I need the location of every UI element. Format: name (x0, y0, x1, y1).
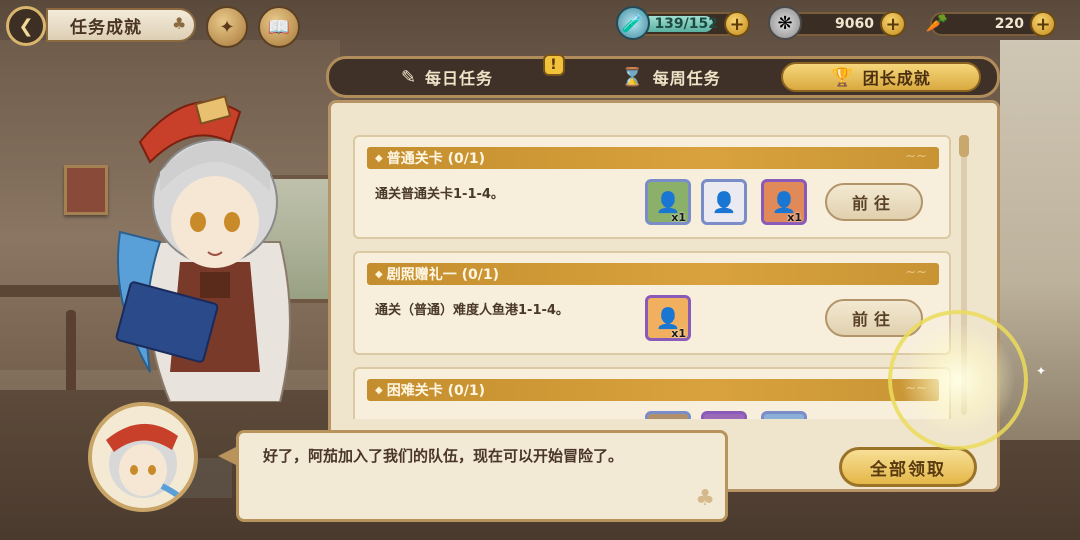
reward-count: x1 (671, 211, 686, 224)
task-item: ◆ 剧照赠礼一 (0/1) ~~ 通关（普通）难度人鱼港1-1-4。 👤 x1 … (353, 251, 951, 355)
clover-icon: ♣ (695, 486, 715, 511)
heart-back-icon: ❮ (18, 15, 34, 37)
scroll-quill-icon: ✎ (400, 66, 418, 88)
trophy-icon: 🏆 (831, 66, 855, 88)
tab-weekly-tasks[interactable]: ⌛ 每周任务 (567, 62, 775, 92)
add-carrot-button[interactable]: + (1030, 11, 1056, 37)
book-icon[interactable]: 📖 (258, 6, 300, 48)
carrot-icon: 🥕 (925, 12, 949, 34)
wall-picture-frame (64, 165, 108, 215)
task-title: 困难关卡 (0/1) (386, 383, 485, 399)
ornament-icon: ~~ (905, 265, 927, 280)
reward-item[interactable]: 👤 (701, 179, 747, 225)
back-button[interactable]: ❮ (6, 6, 46, 46)
bullet-icon: ◆ (375, 384, 383, 396)
coin-icon: ❋ (768, 6, 802, 40)
reward-item[interactable] (761, 411, 807, 419)
task-header: ◆ 普通关卡 (0/1) ~~ (367, 147, 939, 169)
task-description: 通关普通关卡1-1-4。 (375, 187, 504, 202)
hourglass-icon: ⌛ (621, 66, 645, 88)
compass-icon[interactable]: ✦ (206, 6, 248, 48)
stamina-resource: 🧪 139/152 + (616, 6, 750, 40)
character-card-icon: 👤 (711, 190, 737, 214)
tab-daily-tasks[interactable]: ✎ 每日任务 ! (343, 54, 565, 92)
coin-value: 9060 (835, 16, 874, 32)
task-description: 通关（普通）难度人鱼港1-1-4。 (375, 303, 569, 318)
add-coin-button[interactable]: + (880, 11, 906, 37)
bullet-icon: ◆ (375, 268, 383, 280)
clover-icon: ♣ (172, 14, 187, 33)
dialog-tail (218, 446, 238, 466)
background-shelf (0, 285, 120, 297)
task-header: ◆ 剧照赠礼一 (0/1) ~~ (367, 263, 939, 285)
stamina-potion-icon: 🧪 (616, 6, 650, 40)
carrot-resource: 🥕 220 + (926, 11, 1056, 37)
scrollbar-thumb[interactable] (959, 135, 969, 157)
reward-count: x1 (671, 327, 686, 340)
coin-resource: ❋ 9060 + (768, 6, 906, 40)
bullet-icon: ◆ (375, 152, 383, 164)
ornament-icon: ~~ (905, 149, 927, 164)
dialog-text: 好了，阿茄加入了我们的队伍，现在可以开始冒险了。 (263, 447, 624, 465)
carrot-value: 220 (994, 16, 1024, 32)
tab-leader-achievements[interactable]: 🏆 团长成就 (781, 62, 981, 92)
go-button[interactable]: 前往 (825, 183, 923, 221)
claim-all-button[interactable]: 全部领取 (839, 447, 977, 487)
task-tabs: ✎ 每日任务 ! ⌛ 每周任务 🏆 团长成就 (326, 54, 1000, 98)
reward-item[interactable]: 👤 x1 (761, 179, 807, 225)
avatar-portrait (106, 423, 191, 508)
reward-item[interactable]: 👤 x1 (645, 295, 691, 341)
character-illustration (115, 95, 291, 402)
task-item: ◆ 困难关卡 (0/1) ~~ (353, 367, 951, 419)
task-title: 普通关卡 (0/1) (386, 151, 485, 167)
sparkle-icon: ✦ (1036, 364, 1047, 378)
tutorial-highlight-ring[interactable] (888, 310, 1028, 450)
task-title: 剧照赠礼一 (0/1) (386, 267, 499, 283)
reward-item[interactable]: 👤 x1 (645, 179, 691, 225)
task-header: ◆ 困难关卡 (0/1) ~~ (367, 379, 939, 401)
task-list[interactable]: ◆ 普通关卡 (0/1) ~~ 通关普通关卡1-1-4。 👤 x1 👤 👤 x1… (353, 119, 951, 419)
stamina-value: 139/152 (654, 16, 718, 32)
page-title: 任务成就 (70, 17, 142, 38)
speaker-avatar (88, 402, 198, 512)
tab-label: 团长成就 (862, 69, 931, 88)
tab-label: 每周任务 (652, 69, 721, 88)
add-stamina-button[interactable]: + (724, 11, 750, 37)
reward-item[interactable] (645, 411, 691, 419)
task-item: ◆ 普通关卡 (0/1) ~~ 通关普通关卡1-1-4。 👤 x1 👤 👤 x1… (353, 135, 951, 239)
dialog-box[interactable]: 好了，阿茄加入了我们的队伍，现在可以开始冒险了。 ♣ (236, 430, 728, 522)
notification-badge: ! (543, 54, 565, 76)
top-bar: ❮ 任务成就 ♣ ✦ 📖 🧪 139/152 + ❋ 9060 + 🥕 220 … (0, 0, 1080, 50)
reward-count: x1 (787, 211, 802, 224)
reward-item[interactable] (701, 411, 747, 419)
tab-label: 每日任务 (425, 69, 494, 88)
